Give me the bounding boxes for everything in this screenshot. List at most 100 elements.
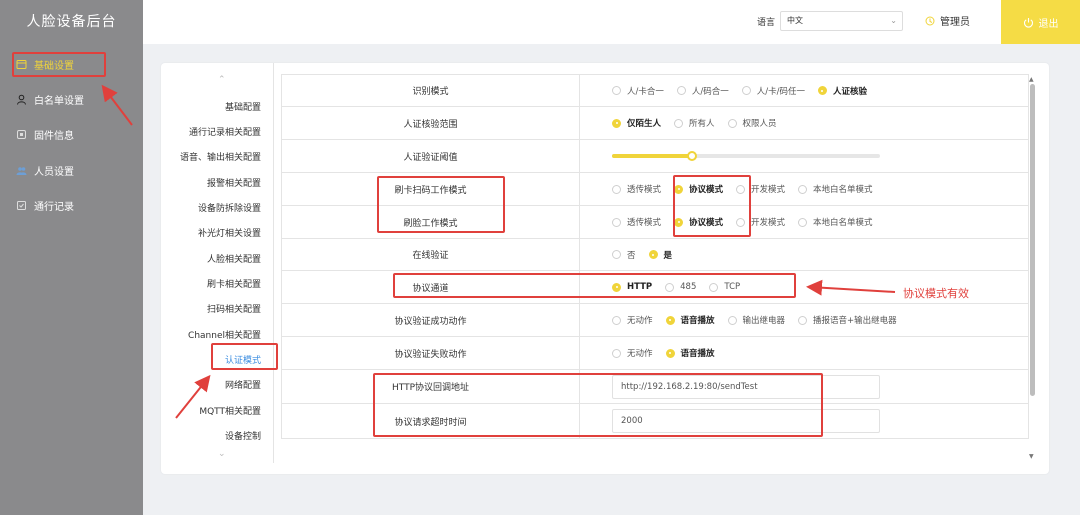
radio-option-selected[interactable]: 协议模式 bbox=[674, 183, 723, 195]
form-row-timeout: 协议请求超时时间 bbox=[281, 404, 1029, 439]
scroll-down-icon[interactable]: ▼ bbox=[1029, 453, 1034, 460]
radio-option-selected[interactable]: 协议模式 bbox=[674, 216, 723, 228]
logout-button[interactable]: 退出 bbox=[1001, 0, 1080, 44]
radio-option-selected[interactable]: 人证核验 bbox=[817, 85, 867, 97]
row-label: 刷脸工作模式 bbox=[282, 206, 580, 238]
settings-nav-item[interactable]: Channel相关配置 bbox=[188, 328, 261, 341]
radio-option-selected[interactable]: HTTP bbox=[612, 282, 652, 292]
scroll-up-icon[interactable]: ▲ bbox=[1029, 76, 1034, 83]
power-icon bbox=[1023, 17, 1034, 28]
language-select[interactable]: 中文 ⌄ bbox=[780, 11, 903, 31]
settings-nav-item[interactable]: 通行记录相关配置 bbox=[189, 125, 261, 138]
radio-group: 无动作 语音播放 输出继电器 播报语音+输出继电器 bbox=[612, 304, 910, 336]
radio-option[interactable]: 人/码合一 bbox=[676, 85, 729, 97]
row-label: 协议验证失败动作 bbox=[282, 337, 580, 369]
radio-option[interactable]: TCP bbox=[709, 282, 740, 292]
radio-option-selected[interactable]: 语音播放 bbox=[665, 347, 715, 359]
row-label: 协议验证成功动作 bbox=[282, 304, 580, 336]
sidebar-item-people[interactable]: 人员设置 bbox=[16, 160, 74, 180]
radio-option-selected[interactable]: 仅陌生人 bbox=[612, 117, 661, 129]
sidebar-item-label: 人员设置 bbox=[34, 166, 74, 178]
settings-nav-item[interactable]: 扫码相关配置 bbox=[207, 302, 261, 315]
slider-field bbox=[612, 140, 880, 172]
radio-group: 透传模式 协议模式 开发模式 本地白名单模式 bbox=[612, 173, 886, 205]
form-row-face-mode: 刷脸工作模式 透传模式 协议模式 开发模式 本地白名单模式 bbox=[281, 206, 1029, 239]
form-row-recognition-mode: 识别模式 人/卡合一 人/码合一 人/卡/码任一 人证核验 bbox=[281, 74, 1029, 107]
radio-option[interactable]: 开发模式 bbox=[736, 183, 785, 195]
radio-option[interactable]: 人/卡/码任一 bbox=[741, 85, 805, 97]
settings-nav-item[interactable]: 设备防拆除设置 bbox=[198, 201, 261, 214]
row-label: 人证核验范围 bbox=[282, 107, 580, 139]
row-label: 识别模式 bbox=[282, 75, 580, 106]
settings-card-icon bbox=[16, 59, 27, 70]
settings-nav-item[interactable]: 设备控制 bbox=[225, 429, 261, 442]
radio-option[interactable]: 人/卡合一 bbox=[612, 85, 664, 97]
annotation-note: 协议模式有效 bbox=[903, 287, 969, 300]
chevron-down-icon: ⌄ bbox=[890, 16, 897, 25]
radio-group: 无动作 语音播放 bbox=[612, 337, 728, 369]
settings-nav-item[interactable]: MQTT相关配置 bbox=[199, 404, 261, 417]
sidebar-item-label: 基础设置 bbox=[34, 60, 74, 72]
radio-option[interactable]: 485 bbox=[665, 282, 696, 292]
slider-thumb[interactable] bbox=[687, 151, 698, 161]
settings-nav-item[interactable]: 补光灯相关设置 bbox=[198, 226, 261, 239]
language-value: 中文 bbox=[787, 16, 803, 25]
form-row-verify-scope: 人证核验范围 仅陌生人 所有人 权限人员 bbox=[281, 107, 1029, 140]
http-callback-input[interactable] bbox=[612, 374, 880, 399]
radio-option[interactable]: 透传模式 bbox=[612, 183, 661, 195]
radio-option[interactable]: 否 bbox=[612, 249, 636, 261]
sidebar-item-whitelist[interactable]: 白名单设置 bbox=[16, 89, 84, 109]
radio-option[interactable]: 透传模式 bbox=[612, 216, 661, 228]
admin-user[interactable]: 管理员 bbox=[925, 13, 970, 28]
settings-nav-item[interactable]: 报警相关配置 bbox=[207, 176, 261, 189]
slider-fill bbox=[612, 154, 693, 158]
radio-option[interactable]: 无动作 bbox=[612, 347, 653, 359]
settings-nav-item[interactable]: 语音、输出相关配置 bbox=[180, 150, 261, 163]
input-field bbox=[612, 370, 880, 403]
sidebar-item-basic-settings[interactable]: 基础设置 bbox=[16, 54, 74, 74]
radio-option-selected[interactable]: 是 bbox=[648, 249, 672, 261]
admin-icon bbox=[925, 16, 935, 26]
sidebar-item-records[interactable]: 通行记录 bbox=[16, 195, 74, 215]
firmware-icon bbox=[16, 129, 27, 140]
form-row-verify-threshold: 人证验证阈值 bbox=[281, 140, 1029, 173]
radio-option-selected[interactable]: 语音播放 bbox=[665, 314, 715, 326]
radio-option[interactable]: 无动作 bbox=[612, 314, 653, 326]
language-label: 语言 bbox=[757, 18, 776, 28]
sidebar-item-label: 白名单设置 bbox=[34, 95, 84, 107]
people-icon bbox=[16, 165, 27, 176]
radio-option[interactable]: 开发模式 bbox=[736, 216, 785, 228]
radio-option[interactable]: 本地白名单模式 bbox=[798, 216, 873, 228]
settings-nav-item[interactable]: 基础配置 bbox=[225, 100, 261, 113]
radio-group: 仅陌生人 所有人 权限人员 bbox=[612, 107, 790, 139]
vertical-scrollbar[interactable] bbox=[1030, 84, 1035, 396]
radio-group: HTTP 485 TCP bbox=[612, 271, 753, 303]
form-row-success-action: 协议验证成功动作 无动作 语音播放 输出继电器 播报语音+输出继电器 bbox=[281, 304, 1029, 337]
admin-label: 管理员 bbox=[940, 17, 970, 28]
sidebar-item-firmware[interactable]: 固件信息 bbox=[16, 124, 74, 144]
settings-nav: ⌃ 基础配置 通行记录相关配置 语音、输出相关配置 报警相关配置 设备防拆除设置… bbox=[161, 63, 274, 463]
logout-label: 退出 bbox=[1038, 18, 1059, 30]
radio-option[interactable]: 输出继电器 bbox=[727, 314, 785, 326]
radio-option[interactable]: 权限人员 bbox=[727, 117, 777, 129]
timeout-input[interactable] bbox=[612, 409, 880, 433]
radio-option[interactable]: 播报语音+输出继电器 bbox=[798, 314, 897, 326]
chevron-up-icon[interactable]: ⌃ bbox=[218, 75, 226, 85]
settings-nav-item-auth-mode[interactable]: 认证模式 bbox=[225, 353, 261, 366]
radio-group: 透传模式 协议模式 开发模式 本地白名单模式 bbox=[612, 206, 886, 238]
row-label: HTTP协议回调地址 bbox=[282, 370, 580, 403]
sidebar: 人脸设备后台 基础设置 白名单设置 固件信息 人员设置 通行记录 bbox=[0, 0, 143, 515]
radio-group: 否 是 bbox=[612, 239, 685, 270]
radio-option[interactable]: 本地白名单模式 bbox=[798, 183, 873, 195]
input-field bbox=[612, 404, 880, 438]
threshold-slider[interactable] bbox=[612, 151, 880, 161]
radio-option[interactable]: 所有人 bbox=[674, 117, 715, 129]
sidebar-item-label: 通行记录 bbox=[34, 201, 74, 213]
settings-nav-item[interactable]: 网络配置 bbox=[225, 378, 261, 391]
settings-nav-item[interactable]: 人脸相关配置 bbox=[207, 252, 261, 265]
form-row-http-callback: HTTP协议回调地址 bbox=[281, 370, 1029, 404]
settings-nav-item[interactable]: 刷卡相关配置 bbox=[207, 277, 261, 290]
app-title: 人脸设备后台 bbox=[26, 14, 117, 30]
row-label: 协议请求超时时间 bbox=[282, 404, 580, 438]
chevron-down-icon[interactable]: ⌄ bbox=[218, 449, 226, 459]
